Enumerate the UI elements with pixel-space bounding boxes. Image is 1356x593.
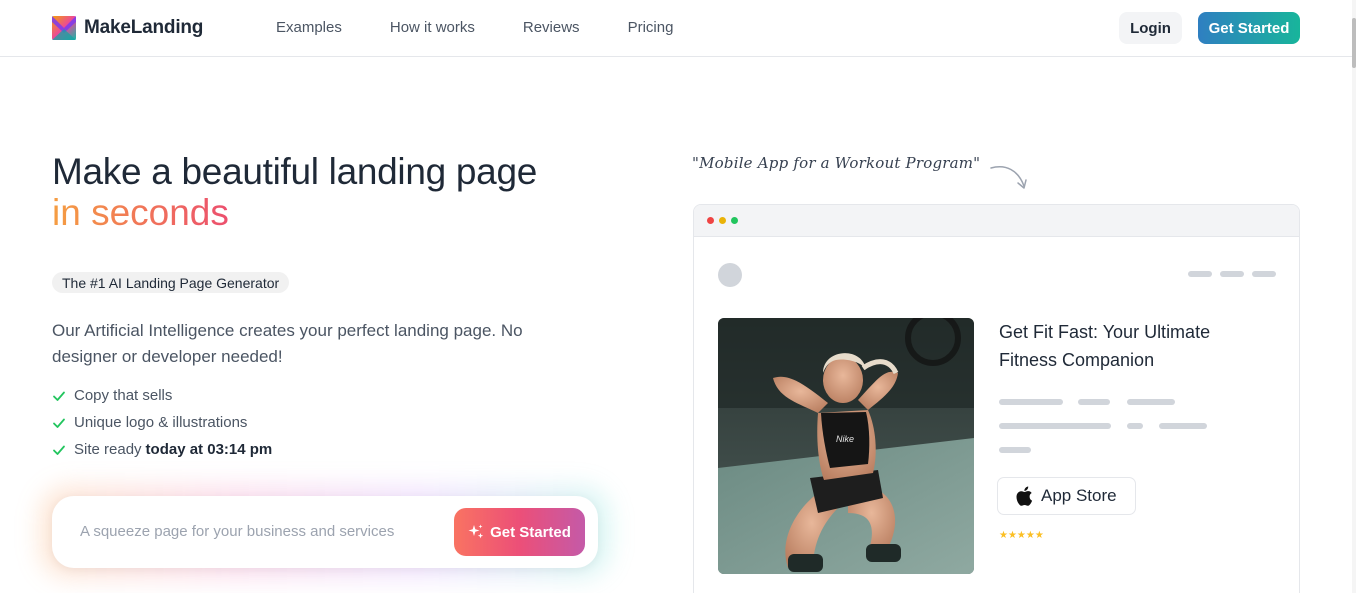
feature-checklist: Copy that sells Unique logo & illustrati… (52, 382, 272, 463)
login-button[interactable]: Login (1119, 12, 1182, 44)
site-header: MakeLanding Examples How it works Review… (0, 0, 1356, 57)
app-store-label: App Store (1041, 486, 1117, 505)
arrow-icon (990, 166, 1027, 189)
scrollbar-thumb[interactable] (1352, 18, 1356, 68)
close-dot (707, 217, 714, 224)
text-placeholder (1159, 423, 1207, 429)
browser-preview: Nike Get Fit Fast: Your Ultimate Fitness… (693, 204, 1300, 593)
text-placeholder (1127, 423, 1143, 429)
workout-photo: Nike (718, 318, 974, 574)
check-item: Copy that sells (52, 382, 272, 409)
check-text: Copy that sells (74, 387, 173, 404)
mock-nav-placeholder (1188, 271, 1212, 277)
check-icon (53, 445, 65, 455)
maximize-dot (731, 217, 738, 224)
mock-nav-placeholder (1252, 271, 1276, 277)
hero-description: Our Artificial Intelligence creates your… (52, 321, 523, 366)
rating-stars: ★★★★★ (999, 530, 1044, 541)
logo-icon (52, 16, 76, 40)
workout-photo-illustration: Nike (718, 318, 974, 574)
nav-examples[interactable]: Examples (276, 19, 342, 36)
nav-pricing[interactable]: Pricing (628, 19, 674, 36)
check-text: Site ready (74, 441, 142, 458)
check-item: Unique logo & illustrations (52, 409, 272, 436)
apple-icon (1016, 486, 1033, 506)
preview-annotation: "Mobile App for a Workout Program" (692, 154, 981, 172)
app-store-button[interactable]: App Store (997, 477, 1136, 515)
hero-badge: The #1 AI Landing Page Generator (52, 272, 290, 293)
text-placeholder (999, 447, 1031, 453)
check-time: today at 03:14 pm (145, 441, 273, 458)
brand-logo[interactable]: MakeLanding (52, 16, 203, 40)
prompt-get-started-button[interactable]: Get Started (454, 508, 585, 556)
check-item: Site ready today at 03:14 pm (52, 436, 272, 463)
prompt-input[interactable] (80, 523, 440, 540)
text-placeholder (999, 423, 1111, 429)
prompt-box: Get Started (52, 496, 598, 568)
mock-avatar (718, 263, 742, 287)
nav-how-it-works[interactable]: How it works (390, 19, 475, 36)
mock-nav-placeholder (1220, 271, 1244, 277)
get-started-button[interactable]: Get Started (1198, 12, 1300, 44)
text-placeholder (999, 399, 1063, 405)
page-scrollbar[interactable] (1352, 0, 1356, 593)
hero-title: Make a beautiful landing page (52, 151, 538, 192)
sparkle-icon (468, 524, 484, 539)
shirt-brand-text: Nike (836, 434, 854, 444)
main-nav: Examples How it works Reviews Pricing (276, 19, 721, 36)
prompt-button-label: Get Started (490, 523, 571, 541)
check-icon (53, 391, 65, 401)
text-placeholder (1127, 399, 1175, 405)
minimize-dot (719, 217, 726, 224)
text-placeholder (1078, 399, 1110, 405)
brand-name: MakeLanding (84, 17, 204, 38)
browser-titlebar (694, 205, 1299, 237)
check-icon (53, 418, 65, 428)
preview-headline: Get Fit Fast: Your Ultimate Fitness Comp… (999, 322, 1211, 370)
hero-title-accent: in seconds (52, 192, 229, 233)
nav-reviews[interactable]: Reviews (523, 19, 580, 36)
check-text: Unique logo & illustrations (74, 414, 248, 431)
